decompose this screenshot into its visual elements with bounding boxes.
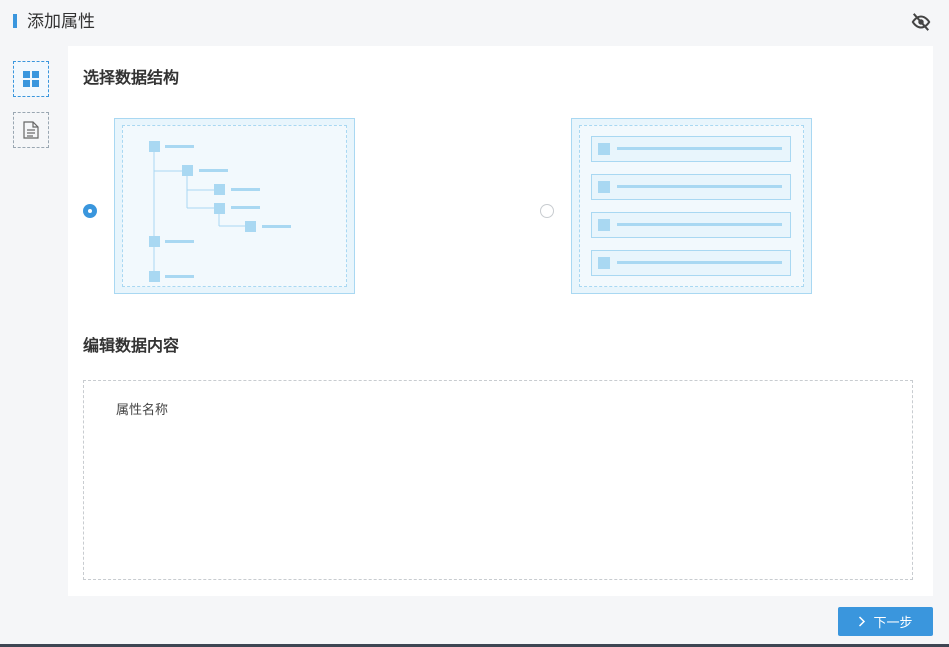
grid-icon [23, 71, 39, 87]
content-editor[interactable]: 属性名称 [83, 380, 913, 580]
structure-section-title: 选择数据结构 [83, 68, 180, 87]
chevron-right-icon [859, 616, 866, 627]
list-structure-radio[interactable] [540, 204, 554, 218]
document-icon [23, 121, 39, 139]
list-structure-icon [591, 136, 791, 276]
tree-structure-preview [122, 125, 347, 287]
next-step-label: 下一步 [873, 616, 913, 631]
title-accent-bar [13, 14, 17, 28]
page-header: 添加属性 [0, 0, 949, 44]
list-structure-option[interactable] [571, 118, 812, 294]
page-title: 添加属性 [27, 12, 95, 32]
list-structure-preview [579, 125, 804, 287]
eye-slash-icon[interactable] [910, 12, 932, 32]
content-section-title: 编辑数据内容 [83, 336, 180, 355]
tree-structure-radio[interactable] [83, 204, 97, 218]
tree-structure-icon [149, 141, 291, 282]
document-view-button[interactable] [13, 112, 49, 148]
attribute-name-label: 属性名称 [116, 403, 169, 418]
grid-view-button[interactable] [13, 61, 49, 97]
next-step-button[interactable]: 下一步 [838, 607, 933, 636]
tree-structure-option[interactable] [114, 118, 355, 294]
main-panel: 选择数据结构 编辑数据内容 属性名称 [68, 46, 933, 596]
